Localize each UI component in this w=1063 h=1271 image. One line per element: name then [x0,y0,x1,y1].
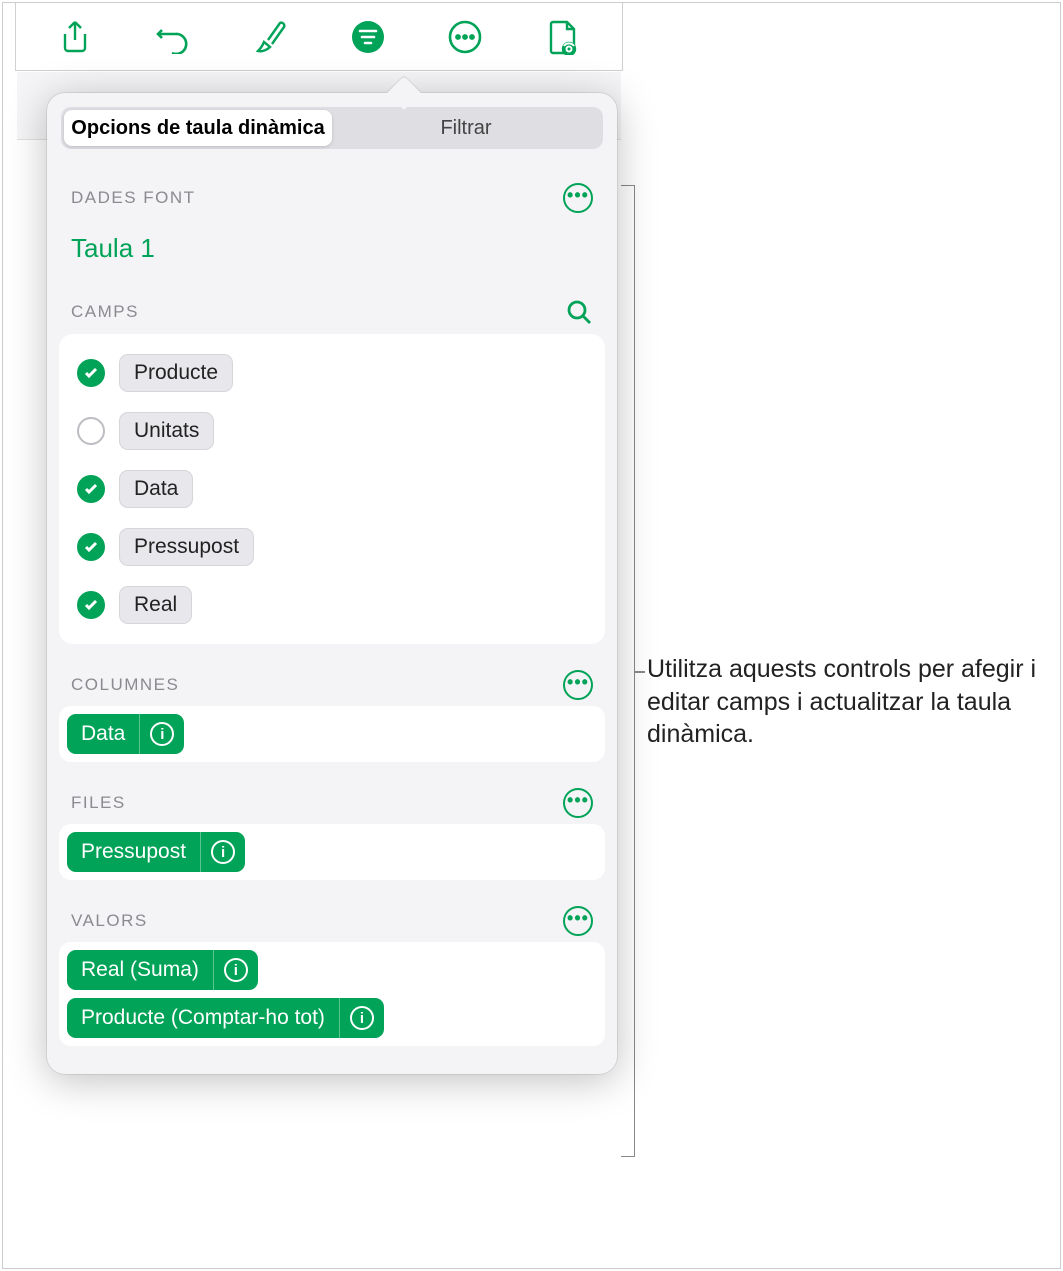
popover-segmented-control: Opcions de taula dinàmica Filtrar [61,107,603,149]
field-label[interactable]: Producte [119,354,233,392]
value-chip[interactable]: Real (Suma) i [67,950,258,990]
callout-text: Utilitza aquests controls per afegir i e… [647,653,1037,751]
columns-heading: COLUMNES [71,675,179,695]
field-row[interactable]: Unitats [73,402,591,460]
field-row[interactable]: Data [73,460,591,518]
tab-pivot-options[interactable]: Opcions de taula dinàmica [64,110,332,146]
callout-leader-line [635,671,645,673]
rows-more-icon[interactable]: ••• [563,788,593,818]
more-icon[interactable] [441,13,489,61]
field-label[interactable]: Data [119,470,193,508]
source-data-heading: DADES FONT [71,188,196,208]
chip-info-icon[interactable]: i [214,950,258,990]
chip-info-icon[interactable]: i [140,714,184,754]
field-label[interactable]: Real [119,586,192,624]
source-table-name[interactable]: Taula 1 [47,219,617,264]
callout-bracket [621,185,635,1157]
column-chip[interactable]: Data i [67,714,184,754]
field-label[interactable]: Pressupost [119,528,254,566]
pivot-options-icon[interactable] [344,13,392,61]
values-more-icon[interactable]: ••• [563,906,593,936]
value-chip[interactable]: Producte (Comptar-ho tot) i [67,998,384,1038]
chip-info-icon[interactable]: i [340,998,384,1038]
tab-filter[interactable]: Filtrar [332,110,600,146]
chip-label: Pressupost [67,832,201,872]
field-checkbox[interactable] [77,475,105,503]
share-icon[interactable] [51,13,99,61]
row-chip[interactable]: Pressupost i [67,832,245,872]
values-heading: VALORS [71,911,148,931]
chip-label: Real (Suma) [67,950,214,990]
field-row[interactable]: Pressupost [73,518,591,576]
field-row[interactable]: Producte [73,344,591,402]
rows-heading: FILES [71,793,126,813]
pivot-options-popover: Opcions de taula dinàmica Filtrar DADES … [47,93,617,1074]
undo-icon[interactable] [148,13,196,61]
rows-well[interactable]: Pressupost i [59,824,605,880]
field-label[interactable]: Unitats [119,412,214,450]
chip-info-icon[interactable]: i [201,832,245,872]
field-checkbox[interactable] [77,417,105,445]
document-view-icon[interactable] [539,13,587,61]
field-checkbox[interactable] [77,591,105,619]
app-frame: Opcions de taula dinàmica Filtrar DADES … [2,2,1061,1269]
values-well[interactable]: Real (Suma) i Producte (Comptar-ho tot) … [59,942,605,1046]
field-row[interactable]: Real [73,576,591,634]
columns-well[interactable]: Data i [59,706,605,762]
field-checkbox[interactable] [77,533,105,561]
fields-heading: CAMPS [71,302,139,322]
format-brush-icon[interactable] [246,13,294,61]
field-checkbox[interactable] [77,359,105,387]
fields-list: Producte Unitats Data Pressupost Real [59,334,605,644]
source-more-icon[interactable]: ••• [563,183,593,213]
columns-more-icon[interactable]: ••• [563,670,593,700]
chip-label: Data [67,714,140,754]
chip-label: Producte (Comptar-ho tot) [67,998,340,1038]
search-fields-icon[interactable] [565,298,593,326]
main-toolbar [15,3,623,71]
